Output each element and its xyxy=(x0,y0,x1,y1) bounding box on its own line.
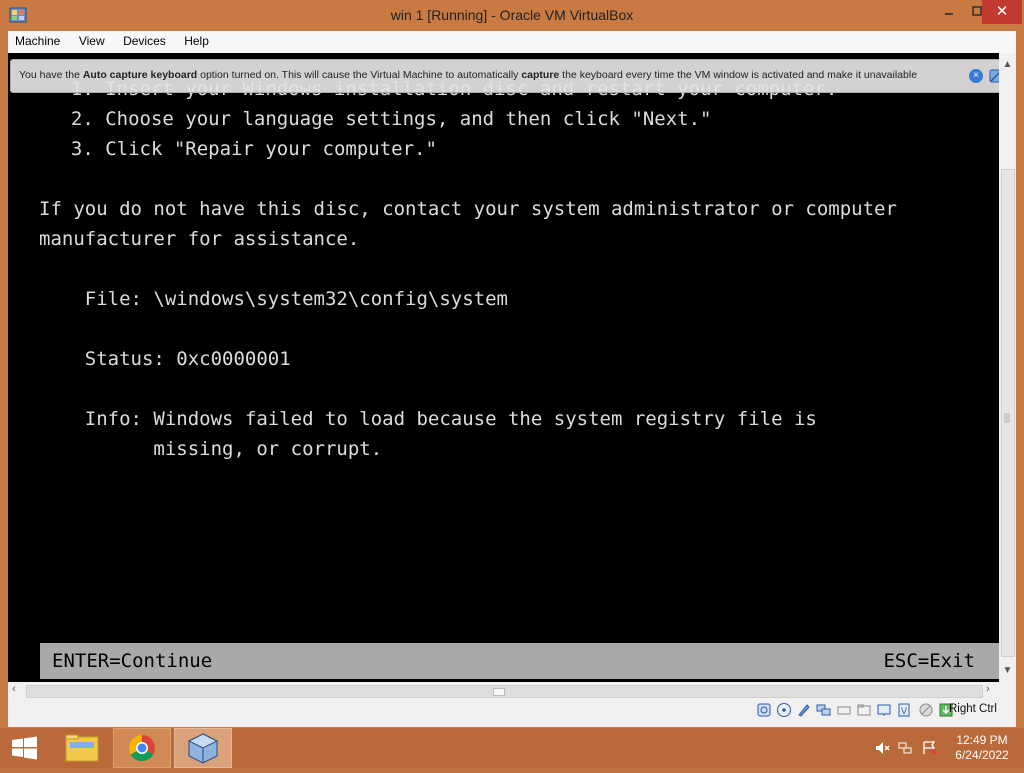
minimize-button[interactable] xyxy=(934,0,964,24)
console-line: 3. Click "Repair your computer." xyxy=(48,138,437,160)
usb-icon[interactable] xyxy=(836,702,852,718)
horizontal-scroll-thumb[interactable] xyxy=(26,685,983,698)
chrome-icon xyxy=(128,734,155,762)
minimize-icon xyxy=(945,13,953,15)
scroll-right-arrow[interactable]: › xyxy=(986,683,990,695)
svg-text:V: V xyxy=(901,706,907,716)
enter-continue-hint: ENTER=Continue xyxy=(52,650,213,672)
close-button[interactable]: ✕ xyxy=(982,0,1022,24)
taskbar-virtualbox[interactable] xyxy=(174,728,232,768)
virtualbox-icon xyxy=(187,733,219,764)
vm-status-bar: V Right Ctrl xyxy=(8,699,1016,727)
notification-close-icon[interactable]: × xyxy=(969,69,983,83)
scroll-left-arrow[interactable]: ‹ xyxy=(12,683,16,695)
virtualbox-window: win 1 [Running] - Oracle VM VirtualBox ✕… xyxy=(0,0,1024,728)
boot-error-console: 1. Insert your Windows installation disc… xyxy=(8,53,999,682)
network-status-icon[interactable] xyxy=(898,740,914,756)
console-line: Status: 0xc0000001 xyxy=(39,348,291,370)
vm-display-area: 1. Insert your Windows installation disc… xyxy=(8,53,1016,727)
menu-machine[interactable]: Machine xyxy=(8,31,67,51)
audio-icon[interactable] xyxy=(796,702,812,718)
windows-logo-icon xyxy=(12,736,37,760)
display-icon[interactable] xyxy=(876,702,892,718)
scroll-grip xyxy=(1004,413,1010,423)
folder-icon xyxy=(65,734,99,762)
menu-devices[interactable]: Devices xyxy=(116,31,173,51)
menu-help[interactable]: Help xyxy=(177,31,216,51)
menu-bar: Machine View Devices Help xyxy=(8,31,1016,54)
taskbar-chrome[interactable] xyxy=(113,728,171,768)
scroll-down-arrow[interactable]: ▼ xyxy=(999,665,1016,679)
action-center-icon[interactable] xyxy=(922,740,938,756)
close-icon: ✕ xyxy=(995,3,1009,20)
console-line: missing, or corrupt. xyxy=(39,438,383,460)
network-icon[interactable] xyxy=(816,702,832,718)
console-line: manufacturer for assistance. xyxy=(39,228,360,250)
console-line: If you do not have this disc, contact yo… xyxy=(39,198,897,220)
clock-time: 12:49 PM xyxy=(956,733,1008,747)
scroll-up-arrow[interactable]: ▲ xyxy=(999,59,1016,73)
start-button[interactable] xyxy=(0,728,50,768)
console-line: 2. Choose your language settings, and th… xyxy=(48,108,712,130)
scroll-grip xyxy=(493,688,505,696)
speaker-muted-icon[interactable] xyxy=(874,740,890,756)
notification-text: You have the Auto capture keyboard optio… xyxy=(19,69,918,81)
title-bar[interactable]: win 1 [Running] - Oracle VM VirtualBox ✕ xyxy=(0,0,1024,31)
shared-folders-icon[interactable] xyxy=(856,702,872,718)
console-line: File: \windows\system32\config\system xyxy=(39,288,508,310)
optical-drive-icon[interactable] xyxy=(776,702,792,718)
vm-screen[interactable]: 1. Insert your Windows installation disc… xyxy=(8,53,999,682)
taskbar: 12:49 PM 6/24/2022 xyxy=(0,728,1024,768)
taskbar-file-explorer[interactable] xyxy=(56,728,108,768)
menu-view[interactable]: View xyxy=(72,31,112,51)
window-title: win 1 [Running] - Oracle VM VirtualBox xyxy=(390,7,634,23)
console-line: Info: Windows failed to load because the… xyxy=(39,408,817,430)
mouse-capture-icon[interactable] xyxy=(988,68,999,84)
esc-exit-hint: ESC=Exit xyxy=(883,650,975,672)
video-capture-icon[interactable]: V xyxy=(896,702,912,718)
vertical-scrollbar[interactable]: ▲ ▼ xyxy=(999,53,1016,682)
horizontal-scrollbar[interactable]: ‹ › xyxy=(8,682,999,699)
clock-date: 6/24/2022 xyxy=(955,748,1009,762)
maximize-icon xyxy=(972,6,982,16)
auto-capture-notification: You have the Auto capture keyboard optio… xyxy=(10,59,999,93)
console-footer-bar: ENTER=Continue ESC=Exit xyxy=(40,643,999,679)
system-clock[interactable]: 12:49 PM 6/24/2022 xyxy=(948,733,1016,763)
host-key-label: Right Ctrl xyxy=(949,703,997,715)
hard-disk-icon[interactable] xyxy=(756,702,772,718)
mouse-integration-icon[interactable] xyxy=(918,702,934,718)
